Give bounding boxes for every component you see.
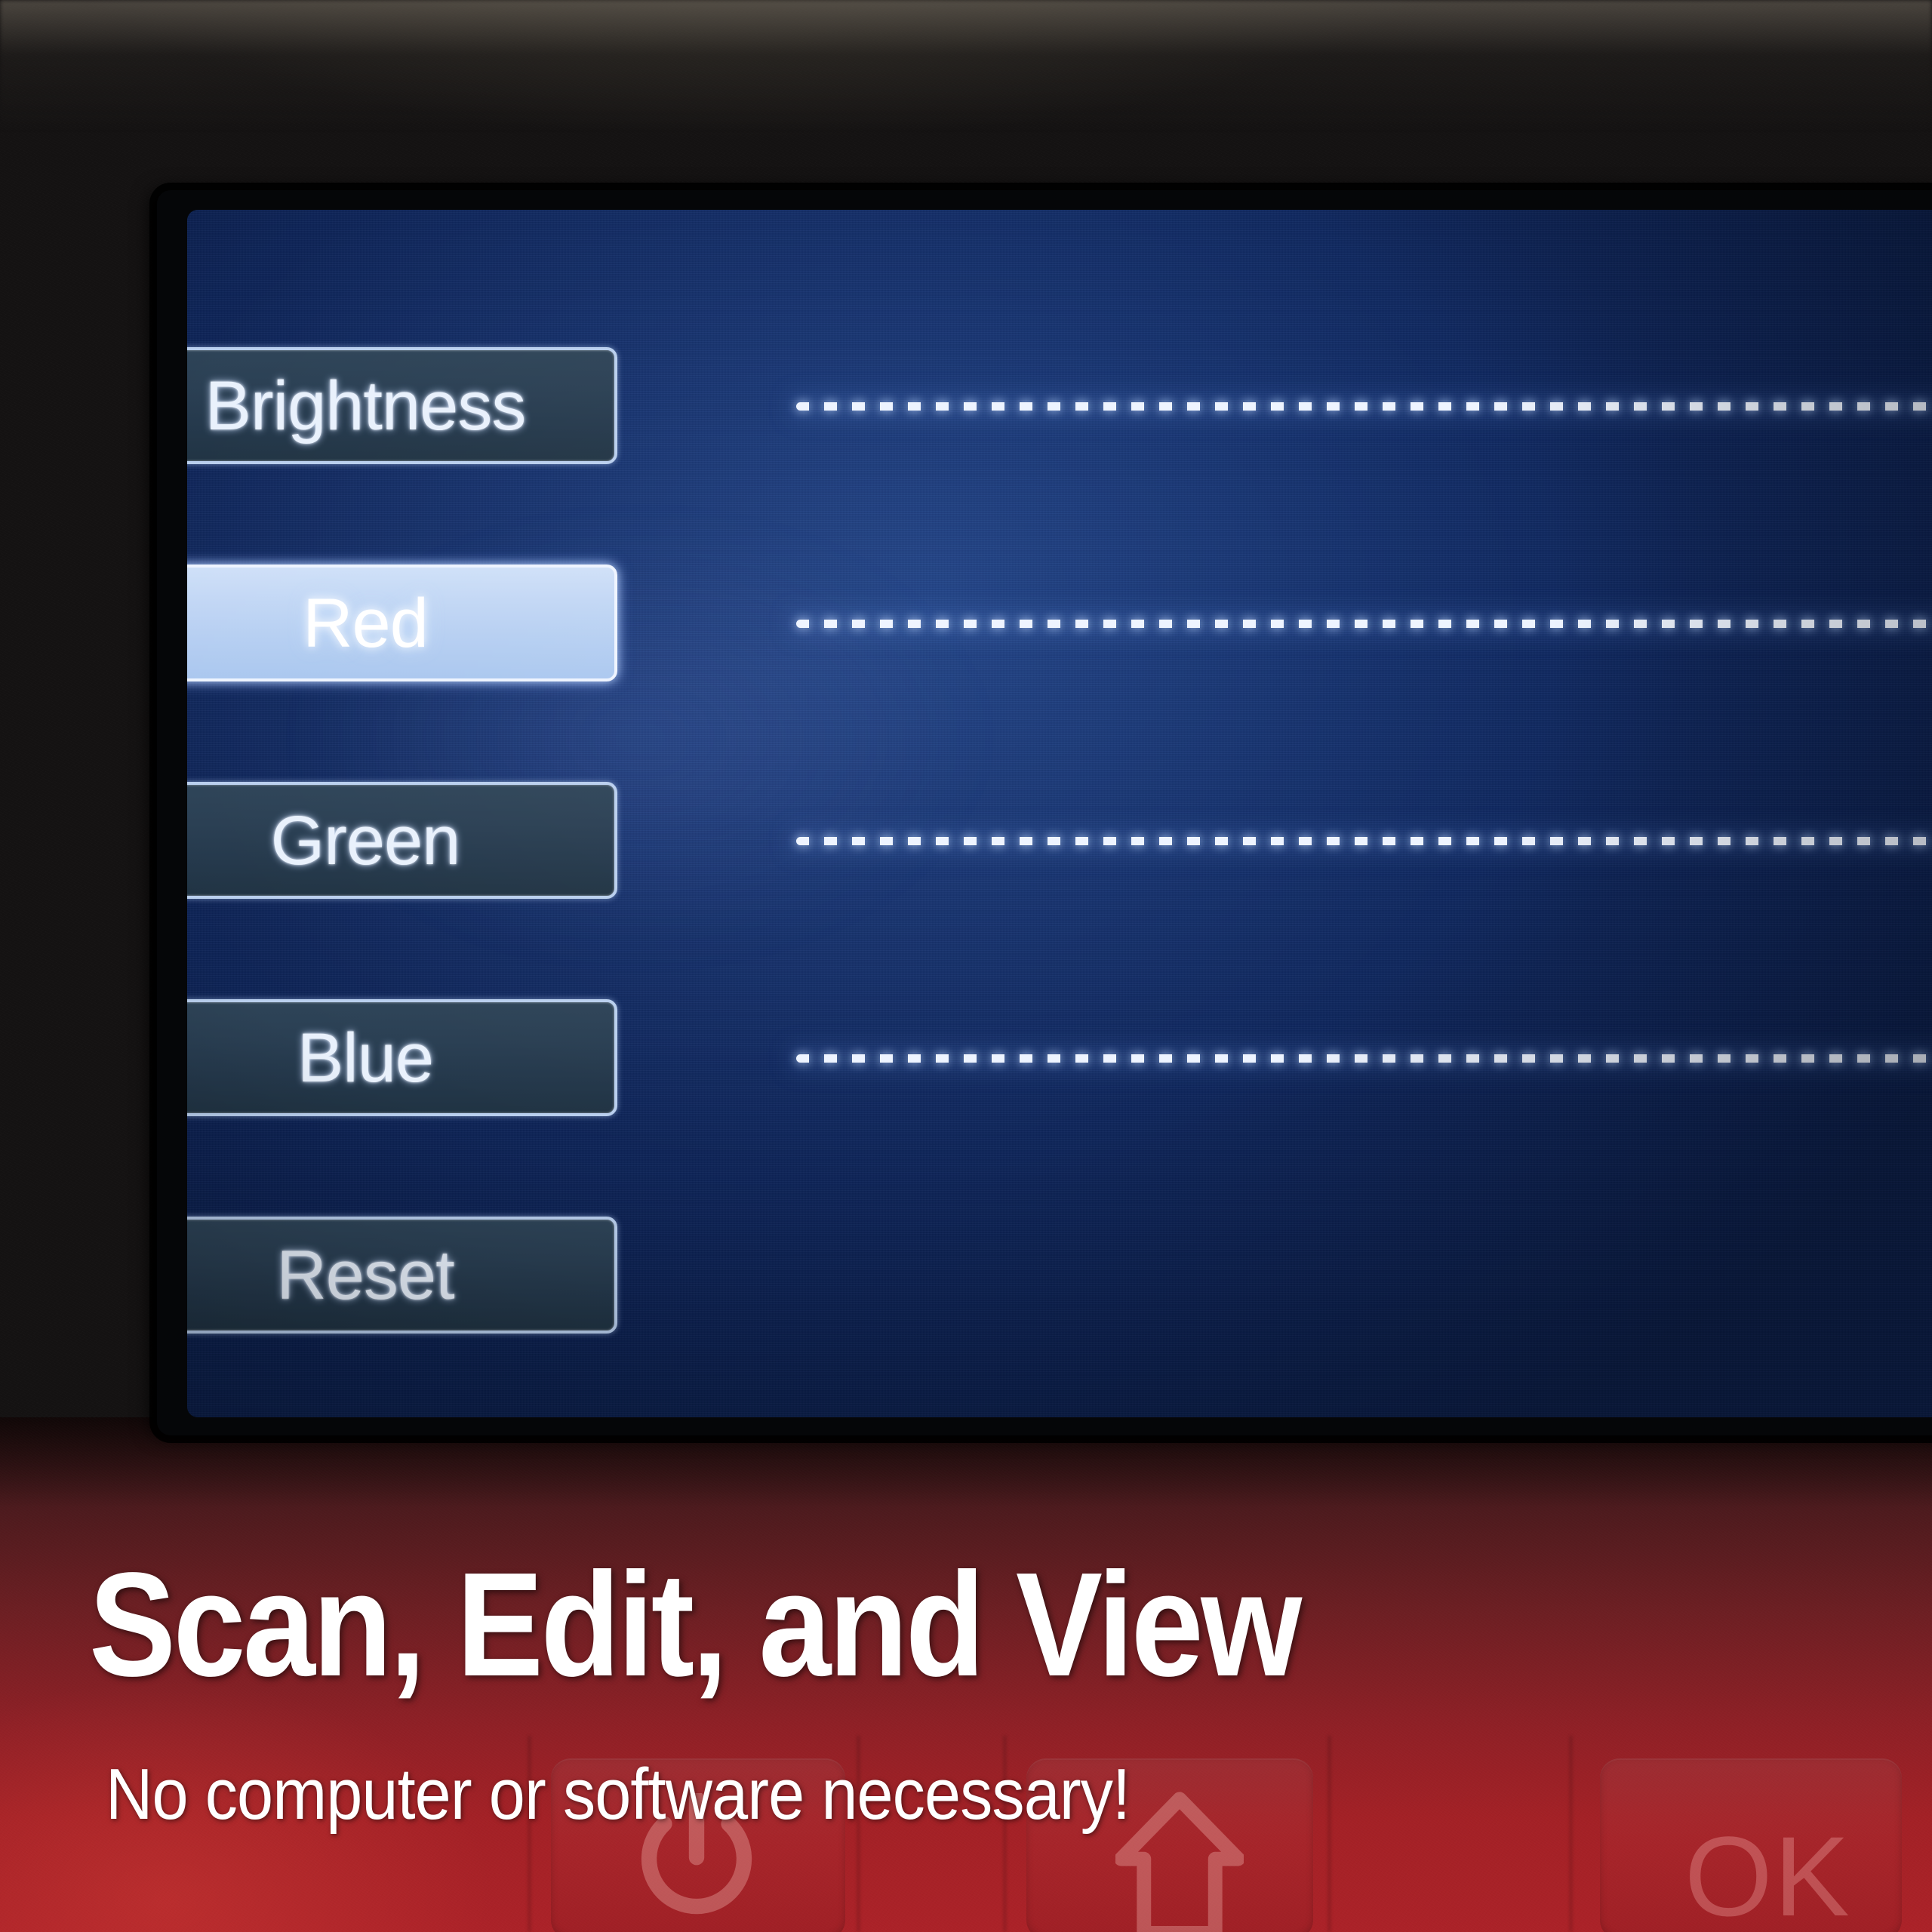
printer-control-panel-photo: OK Brightness Red Green Blue <box>0 0 1932 1932</box>
page-title: Scan, Edit, and View <box>89 1542 1302 1707</box>
page-subtitle: No computer or software necessary! <box>106 1754 1131 1835</box>
key-divider <box>1570 1736 1572 1932</box>
bezel-highlight <box>0 0 1932 132</box>
home-icon <box>1115 1790 1244 1932</box>
ok-button-label: OK <box>1684 1813 1851 1932</box>
lcd-vignette <box>187 210 1932 1417</box>
key-divider <box>1328 1736 1331 1932</box>
lcd-screen[interactable]: Brightness Red Green Blue Reset <box>187 210 1932 1417</box>
